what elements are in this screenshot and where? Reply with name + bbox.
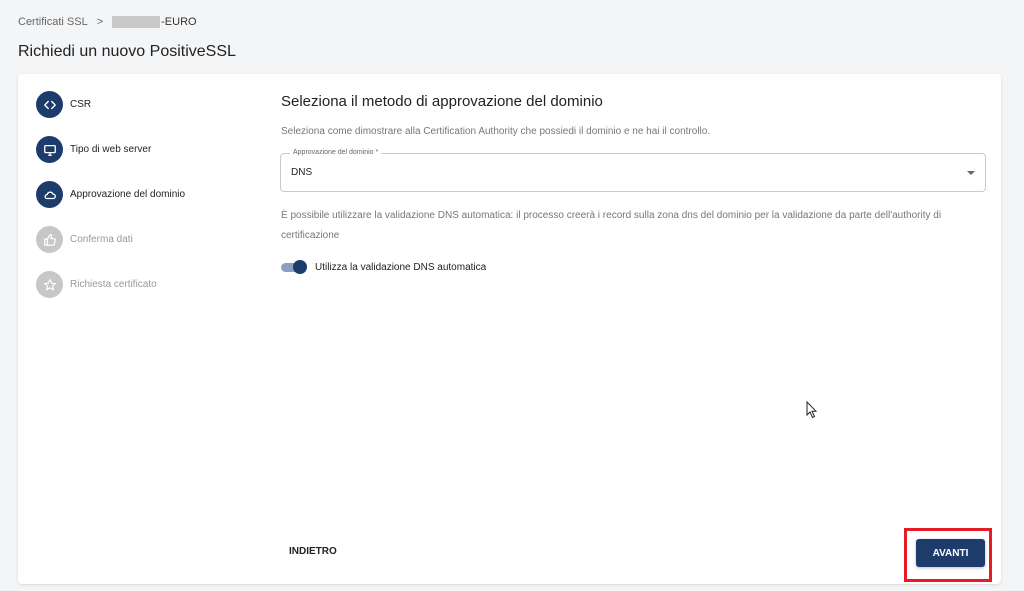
step-domain-approval[interactable]: Approvazione del dominio: [36, 181, 185, 208]
breadcrumb-current: -EURO: [161, 16, 197, 28]
step-label: CSR: [70, 99, 92, 110]
breadcrumb-root-link[interactable]: Certificati SSL: [18, 16, 88, 28]
back-button[interactable]: INDIETRO: [289, 546, 337, 557]
toggle-label: Utilizza la validazione DNS automatica: [315, 261, 487, 273]
star-icon: [36, 271, 63, 298]
caret-down-icon: [967, 171, 975, 175]
auto-dns-toggle-row: Utilizza la validazione DNS automatica: [281, 260, 486, 274]
next-button[interactable]: AVANTI: [916, 539, 985, 567]
auto-dns-toggle[interactable]: [281, 260, 307, 274]
redacted-text: [112, 16, 161, 28]
wizard-card: CSR Tipo di web server Approvazione del …: [18, 74, 1001, 584]
cloud-icon: [36, 181, 63, 208]
step-label: Conferma dati: [70, 234, 133, 245]
select-label: Approvazione del dominio *: [290, 149, 382, 156]
section-description: Seleziona come dimostrare alla Certifica…: [281, 126, 711, 137]
page-title: Richiedi un nuovo PositiveSSL: [18, 43, 236, 60]
step-confirm-data: Conferma dati: [36, 226, 133, 253]
toggle-thumb: [293, 260, 307, 274]
step-csr[interactable]: CSR: [36, 91, 91, 118]
mouse-cursor-icon: [806, 401, 818, 419]
breadcrumb-separator: >: [96, 16, 104, 28]
step-label: Richiesta certificato: [70, 279, 157, 290]
step-certificate-request: Richiesta certificato: [36, 271, 157, 298]
monitor-icon: [36, 136, 63, 163]
section-title: Seleziona il metodo di approvazione del …: [281, 93, 603, 110]
breadcrumb: Certificati SSL > -EURO: [18, 16, 197, 28]
code-icon: [36, 91, 63, 118]
select-value: DNS: [291, 167, 313, 178]
step-label: Tipo di web server: [70, 144, 152, 155]
step-web-server[interactable]: Tipo di web server: [36, 136, 151, 163]
thumbs-up-icon: [36, 226, 63, 253]
step-label: Approvazione del dominio: [70, 189, 186, 200]
domain-approval-select[interactable]: Approvazione del dominio * DNS: [280, 149, 986, 192]
dns-info-text: È possibile utilizzare la validazione DN…: [281, 210, 942, 241]
